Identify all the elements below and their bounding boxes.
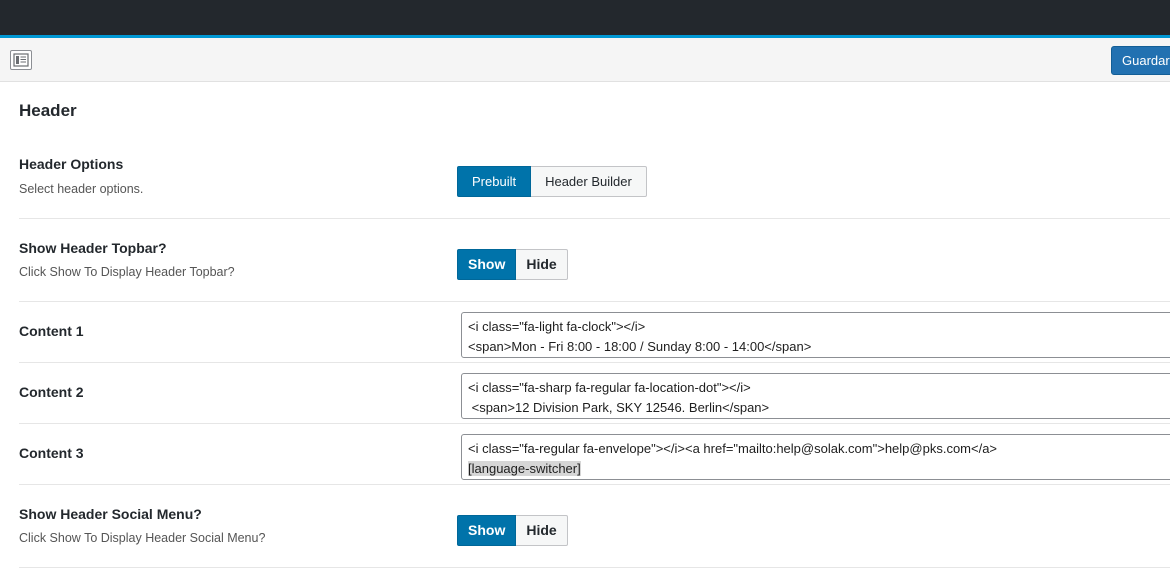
social-menu-description: Click Show To Display Header Social Menu… — [19, 531, 266, 545]
divider — [19, 301, 1170, 302]
topbar-show-button[interactable]: Show — [457, 249, 517, 280]
header-options-label: Header Options — [19, 156, 124, 172]
content-3-textarea[interactable]: <i class="fa-regular fa-envelope"></i><a… — [461, 434, 1170, 480]
topbar-label: Show Header Topbar? — [19, 240, 167, 256]
admin-bar — [0, 0, 1170, 35]
content-3-line-1: <i class="fa-regular fa-envelope"></i><a… — [468, 441, 998, 456]
content-3-line-2-selected: [language-switcher] — [468, 461, 581, 476]
content-2-line-2: <span>12 Division Park, SKY 12546. Berli… — [468, 400, 770, 415]
content-1-line-2: <span>Mon - Fri 8:00 - 18:00 / Sunday 8:… — [468, 339, 812, 354]
content-3-label: Content 3 — [19, 445, 84, 461]
prebuilt-option-button[interactable]: Prebuilt — [457, 166, 532, 197]
social-hide-button[interactable]: Hide — [516, 515, 568, 546]
save-button[interactable]: Guardar — [1111, 46, 1170, 75]
topbar-description: Click Show To Display Header Topbar? — [19, 265, 235, 279]
section-title: Header — [19, 101, 77, 120]
divider — [19, 423, 1170, 424]
header-options-description: Select header options. — [19, 182, 144, 196]
topbar-hide-button[interactable]: Hide — [516, 249, 568, 280]
layout-icon[interactable] — [10, 50, 32, 70]
content-2-line-1: <i class="fa-sharp fa-regular fa-locatio… — [468, 380, 751, 395]
divider — [19, 567, 1170, 568]
social-menu-toggle: Show Hide — [457, 515, 568, 546]
options-toolbar: Guardar — [0, 38, 1170, 82]
header-options-toggle: Prebuilt Header Builder — [457, 166, 647, 197]
content-1-label: Content 1 — [19, 323, 84, 339]
divider — [19, 218, 1170, 219]
divider — [19, 484, 1170, 485]
social-show-button[interactable]: Show — [457, 515, 517, 546]
topbar-toggle: Show Hide — [457, 249, 568, 280]
content-2-textarea[interactable]: <i class="fa-sharp fa-regular fa-locatio… — [461, 373, 1170, 419]
header-builder-option-button[interactable]: Header Builder — [531, 166, 647, 197]
content-1-textarea[interactable]: <i class="fa-light fa-clock"></i> <span>… — [461, 312, 1170, 358]
content-2-label: Content 2 — [19, 384, 84, 400]
social-menu-label: Show Header Social Menu? — [19, 506, 202, 522]
divider — [19, 362, 1170, 363]
content-1-line-1: <i class="fa-light fa-clock"></i> — [468, 319, 646, 334]
